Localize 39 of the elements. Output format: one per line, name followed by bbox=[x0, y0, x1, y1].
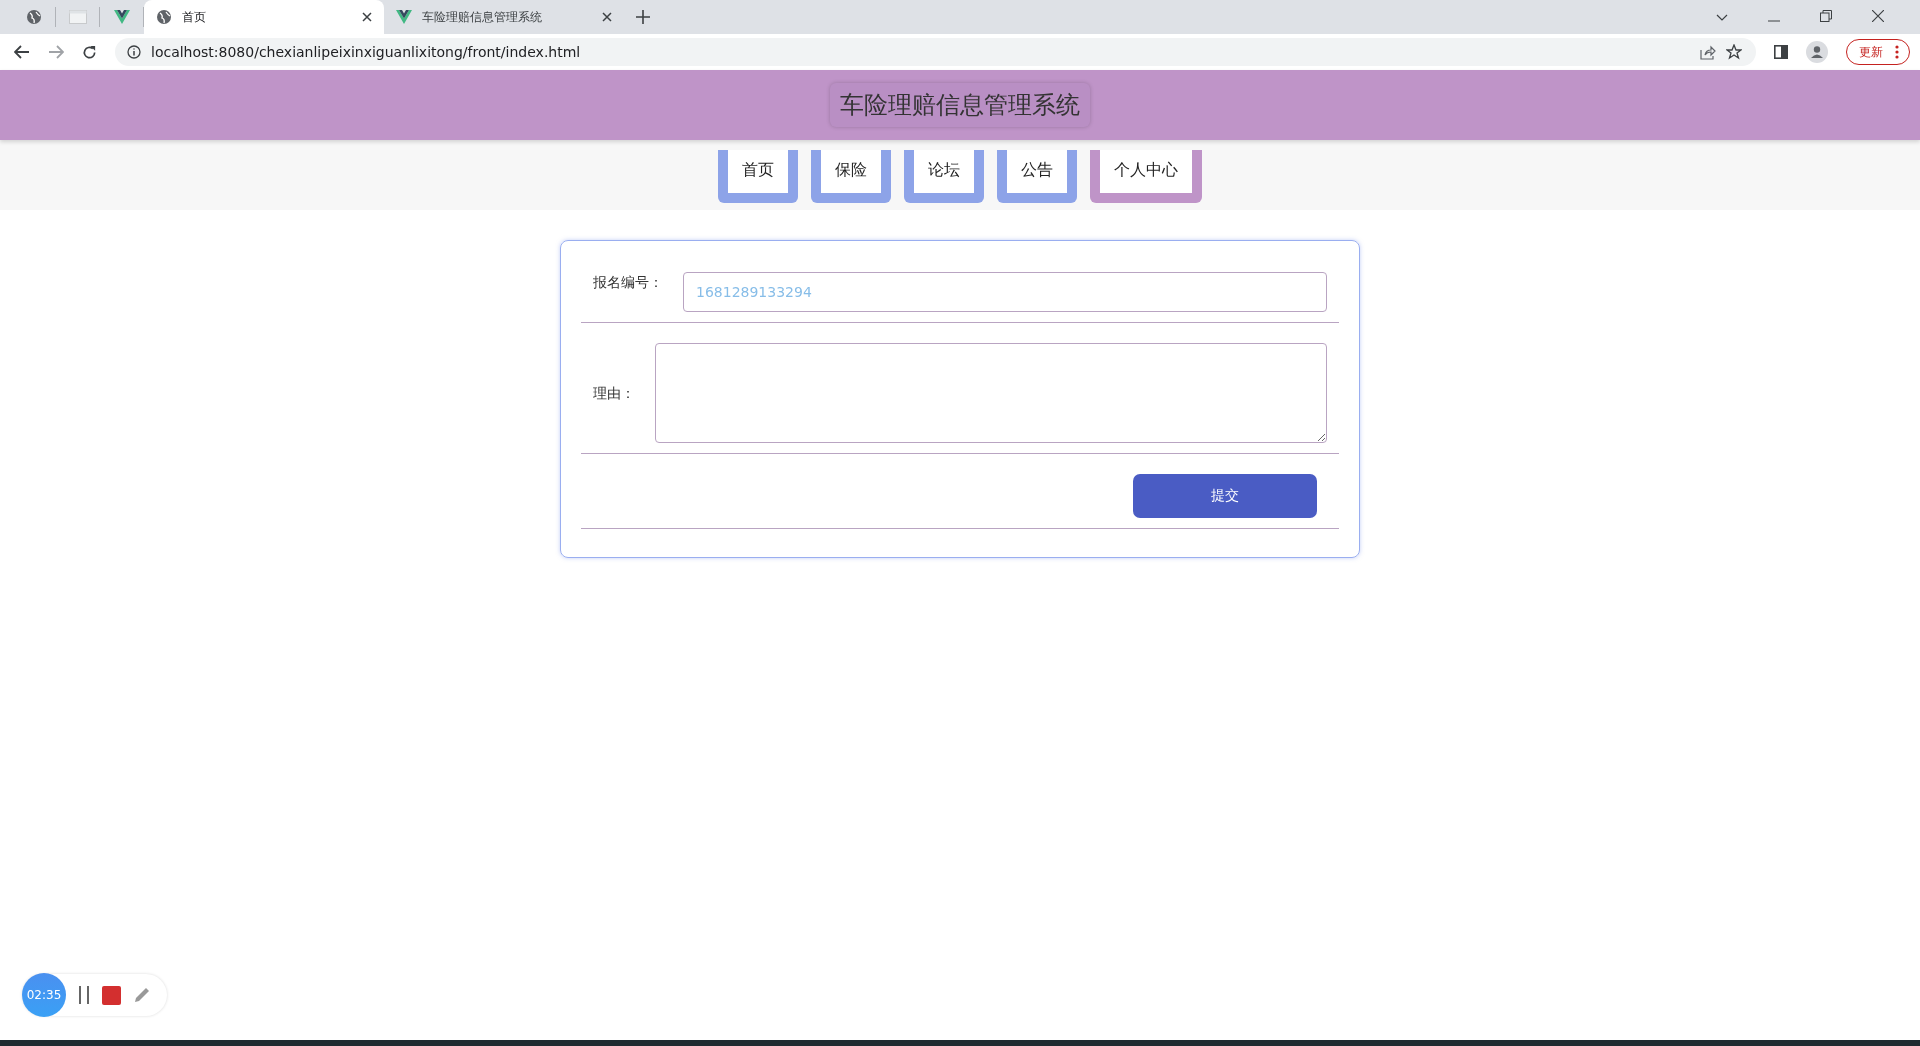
field-label: 报名编号： bbox=[593, 273, 663, 292]
pencil-icon[interactable] bbox=[133, 986, 151, 1004]
update-button[interactable]: 更新 bbox=[1846, 39, 1910, 65]
submit-button[interactable]: 提交 bbox=[1133, 474, 1317, 518]
stop-icon[interactable] bbox=[102, 985, 121, 1005]
new-tab-icon[interactable] bbox=[636, 10, 650, 24]
timer-badge: 02:35 bbox=[22, 973, 66, 1017]
side-panel-icon[interactable] bbox=[1774, 45, 1788, 59]
browser-tab[interactable]: 首页 bbox=[144, 0, 384, 34]
globe-icon bbox=[156, 9, 172, 25]
close-icon[interactable] bbox=[602, 12, 612, 22]
tab-title: 车险理赔信息管理系统 bbox=[422, 8, 543, 26]
page-icon bbox=[68, 10, 87, 24]
vue-logo-icon bbox=[113, 10, 130, 24]
vue-logo-icon bbox=[396, 10, 412, 24]
address-bar[interactable]: localhost:8080/chexianlipeixinxiguanlixitong/front/index.html bbox=[115, 38, 1756, 66]
nav-tab[interactable]: 首页 bbox=[718, 150, 798, 203]
pause-icon[interactable] bbox=[78, 986, 90, 1004]
url-text: localhost:8080/chexianlipeixinxiguanlixitong/front/index.html bbox=[151, 44, 581, 60]
tab-title: 首页 bbox=[182, 8, 207, 26]
back-arrow-icon[interactable] bbox=[14, 45, 30, 59]
site-title: 车险理赔信息管理系统 bbox=[830, 83, 1090, 127]
close-icon[interactable] bbox=[1872, 10, 1884, 22]
share-icon[interactable] bbox=[1700, 44, 1716, 60]
chevron-down-icon[interactable] bbox=[1716, 14, 1728, 22]
restore-icon[interactable] bbox=[1820, 10, 1832, 22]
reload-icon[interactable] bbox=[82, 44, 97, 60]
globe-icon bbox=[25, 9, 42, 25]
nav-tab[interactable]: 个人中心 bbox=[1090, 150, 1202, 203]
profile-avatar-icon[interactable] bbox=[1806, 41, 1828, 63]
nav-tab[interactable]: 保险 bbox=[811, 150, 891, 203]
more-vertical-icon bbox=[1895, 45, 1899, 59]
nav-tab[interactable]: 论坛 bbox=[904, 150, 984, 203]
browser-tab[interactable]: 车险理赔信息管理系统 bbox=[384, 0, 624, 34]
info-icon bbox=[127, 45, 141, 59]
close-icon[interactable] bbox=[362, 12, 372, 22]
field-label: 理由： bbox=[593, 384, 635, 403]
star-icon[interactable] bbox=[1726, 44, 1742, 60]
nav-tab[interactable]: 公告 bbox=[997, 150, 1077, 203]
